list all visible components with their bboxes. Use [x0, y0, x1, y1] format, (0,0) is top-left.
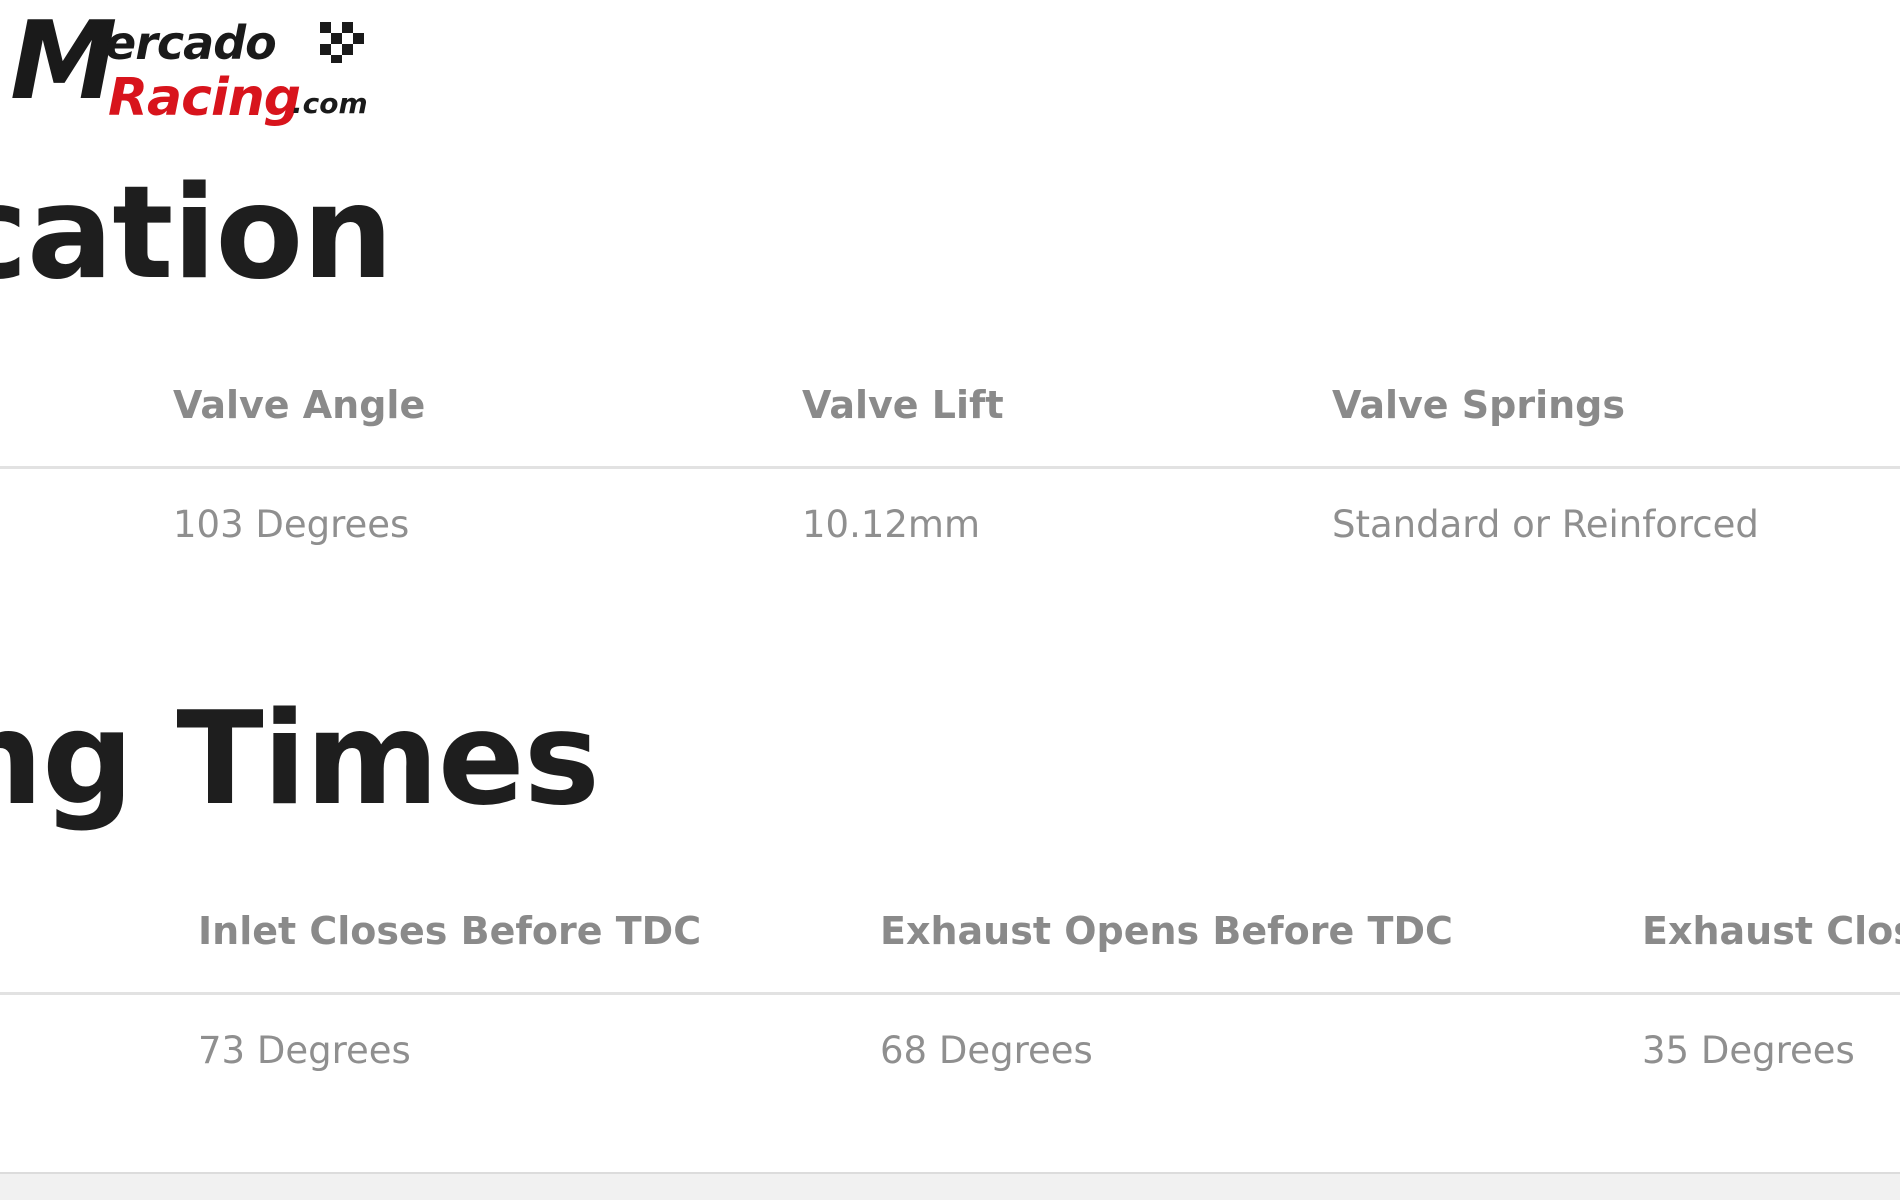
column-header-valve-springs: Valve Springs — [1332, 383, 1625, 427]
column-header-valve-angle: Valve Angle — [173, 383, 426, 427]
table-divider — [0, 992, 1900, 995]
column-header-inlet-closes: Inlet Closes Before TDC — [198, 909, 702, 953]
logo-top-text: ercado — [105, 16, 277, 70]
table-divider — [0, 466, 1900, 469]
logo-bottom-text: Racing — [108, 68, 301, 128]
value-inlet-closes: 73 Degrees — [198, 1029, 411, 1072]
site-logo[interactable]: M ercado Racing .com — [10, 8, 370, 128]
value-valve-lift: 10.12mm — [802, 503, 981, 546]
column-header-exhaust-opens: Exhaust Opens Before TDC — [880, 909, 1453, 953]
page: M ercado Racing .com cation Valve Angle … — [0, 0, 1900, 1200]
value-valve-springs: Standard or Reinforced — [1332, 503, 1759, 546]
value-exhaust-opens: 68 Degrees — [880, 1029, 1093, 1072]
checkered-flag-icon — [320, 22, 364, 63]
bottom-bar — [0, 1172, 1900, 1200]
column-header-exhaust-closes: Exhaust Close — [1642, 909, 1900, 953]
column-header-valve-lift: Valve Lift — [802, 383, 1004, 427]
value-exhaust-closes: 35 Degrees — [1642, 1029, 1855, 1072]
section-heading-valve-specification: cation — [0, 159, 393, 308]
logo-initial: M — [10, 0, 118, 124]
value-valve-angle: 103 Degrees — [173, 503, 410, 546]
logo-domain: .com — [292, 87, 368, 120]
section-heading-timing-times: ng Times — [0, 685, 600, 834]
